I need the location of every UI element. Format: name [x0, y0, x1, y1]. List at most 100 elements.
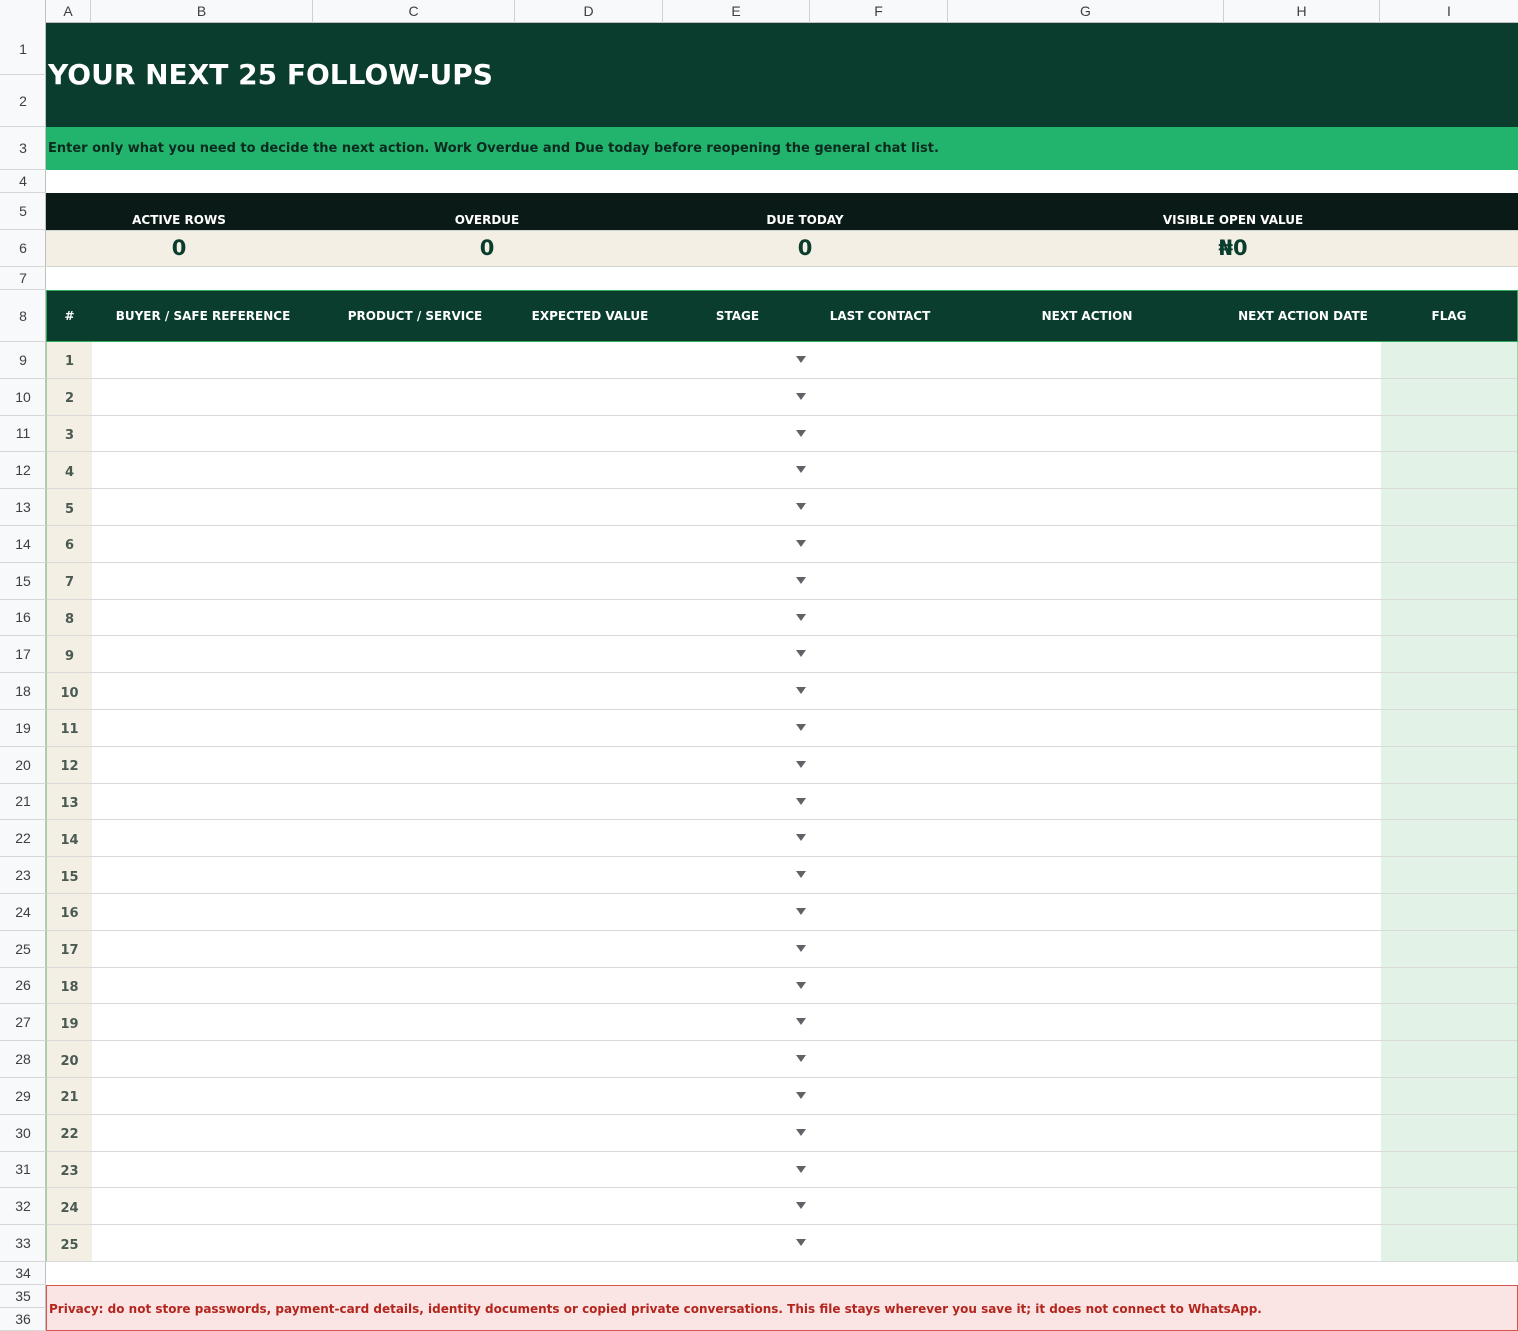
flag-cell[interactable]	[1381, 636, 1517, 673]
column-header-g[interactable]: G	[948, 0, 1224, 23]
row-header-20[interactable]: 20	[0, 747, 46, 784]
dropdown-arrow-icon[interactable]	[796, 944, 806, 952]
dropdown-arrow-icon[interactable]	[796, 540, 806, 547]
table-row[interactable]: 2	[47, 378, 1517, 416]
flag-cell[interactable]	[1381, 1114, 1517, 1151]
flag-cell[interactable]	[1381, 526, 1517, 562]
header-flag[interactable]: FLAG	[1381, 291, 1517, 341]
row-header-7[interactable]: 7	[0, 267, 46, 290]
title-band[interactable]: YOUR NEXT 25 FOLLOW-UPS	[46, 23, 1518, 127]
row-header-17[interactable]: 17	[0, 636, 46, 674]
row-header-25[interactable]: 25	[0, 931, 46, 968]
flag-cell[interactable]	[1381, 415, 1517, 452]
dropdown-arrow-icon[interactable]	[796, 1128, 806, 1136]
flag-cell[interactable]	[1381, 746, 1517, 783]
flag-cell[interactable]	[1381, 452, 1517, 489]
table-row[interactable]: 4	[47, 452, 1517, 490]
table-row[interactable]: 19	[47, 1004, 1517, 1042]
table-row[interactable]: 1	[47, 342, 1517, 379]
dropdown-arrow-icon[interactable]	[796, 650, 806, 658]
row-header-1[interactable]: 1	[0, 23, 46, 75]
dropdown-arrow-icon[interactable]	[796, 760, 806, 768]
table-row[interactable]: 24	[47, 1188, 1517, 1226]
row-header-18[interactable]: 18	[0, 673, 46, 710]
flag-cell[interactable]	[1381, 673, 1517, 709]
table-row[interactable]: 10	[47, 673, 1517, 710]
table-row[interactable]: 6	[47, 526, 1517, 563]
table-row[interactable]: 13	[47, 783, 1517, 821]
dropdown-arrow-icon[interactable]	[796, 613, 806, 621]
flag-cell[interactable]	[1381, 599, 1517, 636]
table-row[interactable]: 14	[47, 820, 1517, 858]
row-header-16[interactable]: 16	[0, 600, 46, 637]
table-row[interactable]: 20	[47, 1041, 1517, 1078]
flag-cell[interactable]	[1381, 894, 1517, 930]
row-header-11[interactable]: 11	[0, 416, 46, 453]
row-header-4[interactable]: 4	[0, 170, 46, 193]
row-header-6[interactable]: 6	[0, 230, 46, 267]
row-header-10[interactable]: 10	[0, 379, 46, 416]
flag-cell[interactable]	[1381, 1041, 1517, 1077]
row-header-5[interactable]: 5	[0, 193, 46, 230]
row-header-9[interactable]: 9	[0, 342, 46, 379]
flag-cell[interactable]	[1381, 930, 1517, 967]
flag-cell[interactable]	[1381, 710, 1517, 746]
header-buyer-reference[interactable]: BUYER / SAFE REFERENCE	[92, 291, 314, 341]
kpi-value-overdue[interactable]: 0	[480, 236, 495, 260]
flag-cell[interactable]	[1381, 820, 1517, 857]
dropdown-arrow-icon[interactable]	[796, 724, 806, 731]
header-last-contact[interactable]: LAST CONTACT	[811, 291, 949, 341]
row-header-35[interactable]: 35	[0, 1285, 46, 1308]
table-row[interactable]: 8	[47, 599, 1517, 637]
kpi-value-due-today[interactable]: 0	[798, 236, 813, 260]
dropdown-arrow-icon[interactable]	[796, 834, 806, 842]
subtitle-band[interactable]: Enter only what you need to decide the n…	[46, 127, 1518, 170]
dropdown-arrow-icon[interactable]	[796, 392, 806, 400]
flag-cell[interactable]	[1381, 783, 1517, 820]
table-row[interactable]: 9	[47, 636, 1517, 674]
flag-cell[interactable]	[1381, 1151, 1517, 1188]
select-all-corner[interactable]	[0, 0, 46, 23]
kpi-value-active-rows[interactable]: 0	[172, 236, 187, 260]
dropdown-arrow-icon[interactable]	[796, 908, 806, 915]
column-header-h[interactable]: H	[1224, 0, 1380, 23]
flag-cell[interactable]	[1381, 489, 1517, 525]
row-header-24[interactable]: 24	[0, 894, 46, 931]
header-expected-value[interactable]: EXPECTED VALUE	[516, 291, 664, 341]
header-stage[interactable]: STAGE	[664, 291, 811, 341]
row-header-36[interactable]: 36	[0, 1308, 46, 1331]
column-header-b[interactable]: B	[91, 0, 313, 23]
table-row[interactable]: 17	[47, 930, 1517, 968]
row-header-31[interactable]: 31	[0, 1152, 46, 1189]
row-header-8[interactable]: 8	[0, 290, 46, 342]
column-header-a[interactable]: A	[46, 0, 91, 23]
column-header-f[interactable]: F	[810, 0, 948, 23]
table-row[interactable]: 18	[47, 967, 1517, 1005]
flag-cell[interactable]	[1381, 1225, 1517, 1261]
column-header-i[interactable]: I	[1380, 0, 1518, 23]
table-row[interactable]: 25	[47, 1225, 1517, 1262]
row-header-34[interactable]: 34	[0, 1262, 46, 1285]
row-header-14[interactable]: 14	[0, 526, 46, 563]
flag-cell[interactable]	[1381, 967, 1517, 1004]
flag-cell[interactable]	[1381, 1188, 1517, 1225]
row-header-13[interactable]: 13	[0, 489, 46, 526]
table-row[interactable]: 16	[47, 894, 1517, 931]
row-header-2[interactable]: 2	[0, 75, 46, 127]
row-header-33[interactable]: 33	[0, 1225, 46, 1262]
flag-cell[interactable]	[1381, 1078, 1517, 1114]
privacy-band[interactable]: Privacy: do not store passwords, payment…	[46, 1285, 1518, 1331]
dropdown-arrow-icon[interactable]	[796, 1092, 806, 1099]
table-row[interactable]: 11	[47, 710, 1517, 747]
flag-cell[interactable]	[1381, 378, 1517, 415]
row-header-27[interactable]: 27	[0, 1004, 46, 1042]
dropdown-arrow-icon[interactable]	[796, 466, 806, 474]
dropdown-arrow-icon[interactable]	[796, 1018, 806, 1026]
dropdown-arrow-icon[interactable]	[796, 871, 806, 879]
dropdown-arrow-icon[interactable]	[796, 1055, 806, 1063]
row-header-28[interactable]: 28	[0, 1041, 46, 1078]
header-number[interactable]: #	[47, 291, 92, 341]
dropdown-arrow-icon[interactable]	[796, 1239, 806, 1247]
row-header-12[interactable]: 12	[0, 452, 46, 490]
table-row[interactable]: 7	[47, 562, 1517, 600]
